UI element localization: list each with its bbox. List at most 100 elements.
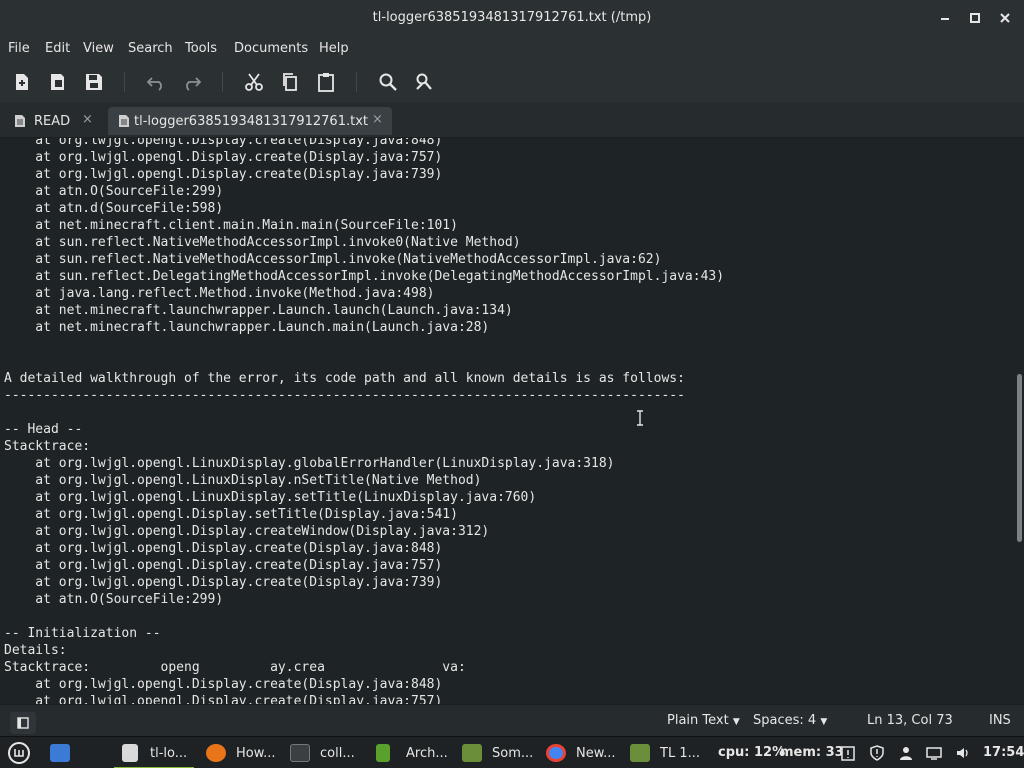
editor-text: at org.lwjgl.opengl.Display.create(Displ… [4,138,724,704]
shield-icon[interactable] [869,745,885,761]
task-label: tl-lo... [150,746,188,761]
task-chrome[interactable]: New... [540,737,622,768]
close-icon [1000,13,1010,23]
new-document-icon [16,74,28,90]
desktop-icon [50,744,70,762]
editor-line: at org.lwjgl.opengl.Display.create(Displ… [4,541,443,556]
copy-button[interactable] [278,70,302,94]
show-desktop-button[interactable] [46,737,76,768]
clock[interactable]: 17:54 [983,745,1024,760]
sidebar-toggle-button[interactable] [10,712,36,734]
editor-line: Stacktrace: [4,439,91,454]
status-bar: Plain Text ▼ Spaces: 4 ▼ Ln 13, Col 73 I… [0,704,1024,736]
text-editor[interactable]: at org.lwjgl.opengl.Display.create(Displ… [0,138,1024,704]
editor-line: at org.lwjgl.opengl.Display.create(Displ… [4,558,443,573]
terminal-icon [290,744,310,762]
clipboard-icon[interactable] [840,745,856,761]
save-button[interactable] [82,70,106,94]
undo-icon [146,77,162,91]
new-from-template-button[interactable] [46,70,70,94]
toolbar [0,62,1024,102]
minimize-icon [941,18,949,20]
undo-button[interactable] [144,70,168,94]
window-title: tl-logger6385193481317912761.txt (/tmp) [372,10,652,25]
language-label: Plain Text [667,713,729,728]
editor-line: A detailed walkthrough of the error, its… [4,371,685,386]
insert-mode: INS [989,713,1011,728]
task-firefox[interactable]: How... [198,737,280,768]
tab-read-close-icon[interactable]: × [82,112,93,127]
menu-button[interactable] [6,737,34,768]
editor-line: -- Head -- [4,422,83,437]
new-document-button[interactable] [10,70,34,94]
task-text-editor[interactable]: tl-lo... [114,737,194,768]
menu-tools[interactable]: Tools [185,41,217,56]
tab-tl-logger-label: tl-logger6385193481317912761.txt [134,114,368,129]
title-bar: tl-logger6385193481317912761.txt (/tmp) [0,0,1024,36]
menu-edit[interactable]: Edit [45,41,70,56]
cpu-monitor[interactable]: cpu: 12% [718,745,785,760]
save-icon [86,74,102,90]
user-icon[interactable] [898,745,914,761]
task-minecraft-1[interactable]: Som... [456,737,538,768]
task-label: coll... [320,746,355,761]
tab-tl-logger[interactable]: tl-logger6385193481317912761.txt × [108,107,392,135]
text-cursor-icon [636,410,644,426]
editor-line: Details: [4,643,67,658]
replace-button[interactable] [412,70,436,94]
text-editor-icon [122,744,138,762]
editor-line: at org.lwjgl.opengl.Display.create(Displ… [4,138,443,148]
editor-line: at sun.reflect.DelegatingMethodAccessorI… [4,269,725,284]
editor-line: at atn.O(SourceFile:299) [4,592,224,607]
menu-help[interactable]: Help [319,41,349,56]
sidebar-icon [17,717,29,729]
vertical-scrollbar[interactable] [1017,374,1022,542]
paste-button[interactable] [314,70,338,94]
toolbar-separator [222,72,223,92]
cut-button[interactable] [242,70,266,94]
search-button[interactable] [376,70,400,94]
task-label: Arch... [406,746,448,761]
replace-icon [416,73,432,90]
editor-line: at org.lwjgl.opengl.Display.create(Displ… [4,694,443,704]
toolbar-separator [124,72,125,92]
volume-icon[interactable] [955,745,971,761]
minimize-button[interactable] [936,9,954,27]
document-icon [119,115,129,127]
memory-monitor[interactable]: mem: 33 [780,745,844,760]
task-label: Som... [492,746,534,761]
maximize-button[interactable] [966,9,984,27]
task-label: New... [576,746,616,761]
menu-documents[interactable]: Documents [234,41,308,56]
menu-file[interactable]: File [8,41,30,56]
cursor-position: Ln 13, Col 73 [867,713,953,728]
language-selector[interactable]: Plain Text ▼ [667,713,740,728]
redo-button[interactable] [180,70,204,94]
editor-line: at org.lwjgl.opengl.LinuxDisplay.setTitl… [4,490,537,505]
editor-line: at org.lwjgl.opengl.LinuxDisplay.globalE… [4,456,615,471]
tab-tl-logger-close-icon[interactable]: × [372,112,383,127]
editor-line: ----------------------------------------… [4,388,685,403]
close-button[interactable] [996,9,1014,27]
firefox-icon [206,744,226,762]
paste-icon [318,73,334,92]
menu-search[interactable]: Search [128,41,173,56]
display-icon[interactable] [926,745,942,761]
chevron-down-icon: ▼ [732,717,740,727]
redo-icon [186,77,202,91]
tab-read[interactable]: READ × [4,107,104,135]
editor-line: at net.minecraft.client.main.Main.main(S… [4,218,458,233]
archive-icon [376,744,390,762]
minecraft-icon [462,744,482,762]
task-archive[interactable]: Arch... [370,737,452,768]
menu-view[interactable]: View [83,41,114,56]
task-minecraft-2[interactable]: TL 1... [626,737,706,768]
task-terminal[interactable]: coll... [284,737,366,768]
tab-read-label: READ [34,114,71,129]
task-label: How... [236,746,276,761]
chevron-down-icon: ▼ [820,717,828,727]
editor-line: at org.lwjgl.opengl.Display.createWindow… [4,524,490,539]
tab-width-selector[interactable]: Spaces: 4 ▼ [753,713,827,728]
